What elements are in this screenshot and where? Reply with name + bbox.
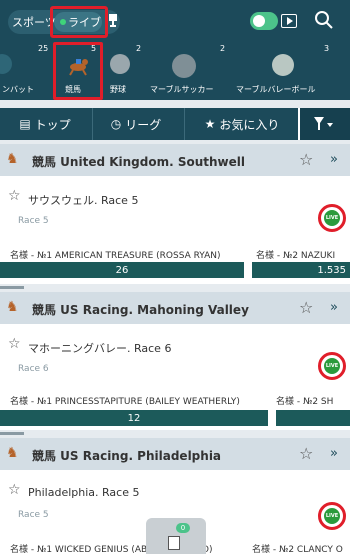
- sport-count: 3: [324, 44, 330, 53]
- live-badge-label: LIVE: [324, 210, 340, 226]
- favorite-star-icon[interactable]: ☆: [299, 152, 315, 168]
- odd-label: 名様 - №2 CLANCY O: [252, 545, 343, 554]
- race-title: サウスウェル. Race 5: [28, 194, 139, 207]
- baseball-icon: [110, 54, 130, 74]
- live-badge-label: LIVE: [324, 508, 340, 524]
- odd-button[interactable]: 12: [0, 410, 268, 426]
- filter-icon: [314, 117, 333, 130]
- section-spacer: [0, 430, 350, 438]
- sport-label: マーブルサッカー: [150, 85, 214, 94]
- receipt-icon: [168, 536, 180, 550]
- nav-top-label: トップ: [34, 117, 71, 132]
- clock-icon: ◷: [110, 117, 122, 131]
- sport-label: マーブルバレーボール: [236, 85, 316, 94]
- odd-label: 名様 - №2 SH: [276, 397, 334, 407]
- horse-icon: ♞: [6, 151, 19, 167]
- live-badge: LIVE: [318, 352, 346, 380]
- odd-label: 名様 - №1 PRINCESSTAPITURE (BAILEY WEATHER…: [10, 397, 240, 407]
- favorite-star-icon[interactable]: ☆: [8, 189, 24, 205]
- odd-button[interactable]: 26: [0, 262, 244, 278]
- cup-icon[interactable]: [106, 12, 120, 28]
- chevron-right-icon[interactable]: »: [330, 152, 344, 167]
- sport-count: 2: [220, 44, 226, 53]
- nav-divider: [184, 108, 185, 140]
- sport-label: ンバット: [2, 85, 34, 94]
- event-title: 競馬 US Racing. Mahoning Valley: [32, 303, 249, 317]
- nav-league-label: リーグ: [125, 117, 162, 132]
- live-dot-icon: [60, 19, 66, 25]
- sport-item-combat[interactable]: 25 ンバット: [0, 44, 50, 100]
- favorite-star-icon[interactable]: ☆: [299, 446, 315, 462]
- odd-label: 名様 - №2 NAZUKI: [256, 251, 336, 261]
- favorite-star-icon[interactable]: ☆: [8, 337, 24, 353]
- event-title: 競馬 United Kingdom. Southwell: [32, 155, 246, 169]
- sport-item-baseball[interactable]: 2 野球: [106, 44, 156, 100]
- marble-icon: [172, 54, 196, 78]
- video-icon[interactable]: [281, 14, 297, 28]
- grid-icon: ▤: [19, 117, 31, 131]
- nav-divider: [92, 108, 93, 140]
- mode-live-label: ライブ: [68, 16, 101, 29]
- live-badge: LIVE: [318, 204, 346, 232]
- search-icon[interactable]: [314, 10, 334, 30]
- section-spacer: [0, 284, 350, 292]
- horse-racing-highlight: [53, 42, 103, 100]
- live-badge-label: LIVE: [324, 358, 340, 374]
- horse-icon: ♞: [6, 299, 19, 315]
- sport-item-marble-volleyball[interactable]: 3 マーブルバレーボール: [236, 44, 346, 100]
- marble-icon: [272, 54, 294, 76]
- event-header[interactable]: ♞ 競馬 US Racing. Mahoning Valley ☆ »: [0, 292, 350, 324]
- scroll-progress: [0, 286, 24, 289]
- sport-count: 25: [38, 44, 49, 53]
- race-subtitle: Race 6: [18, 364, 49, 374]
- betslip-count-badge: 0: [176, 523, 190, 533]
- star-icon: ★: [204, 117, 216, 131]
- race-card[interactable]: ☆ マホーニングバレー. Race 6 Race 6 LIVE 名様 - №1 …: [0, 324, 350, 430]
- toggle-knob: [253, 15, 265, 27]
- race-title: Philadelphia. Race 5: [28, 486, 140, 499]
- sport-label: 野球: [110, 85, 126, 94]
- chevron-right-icon[interactable]: »: [330, 446, 344, 461]
- sport-item-marble-soccer[interactable]: 2 マーブルサッカー: [150, 44, 230, 100]
- odd-button[interactable]: 1.535: [252, 262, 350, 278]
- scroll-progress: [0, 432, 24, 435]
- favorite-star-icon[interactable]: ☆: [8, 483, 24, 499]
- sport-count: 2: [136, 44, 142, 53]
- odd-button[interactable]: [276, 410, 350, 426]
- event-header[interactable]: ♞ 競馬 United Kingdom. Southwell ☆ »: [0, 144, 350, 176]
- nav-league-tab[interactable]: ◷ リーグ: [100, 108, 172, 140]
- race-subtitle: Race 5: [18, 510, 49, 520]
- odd-label: 名様 - №1 WICKED GENIUS (ABNER ADORNO): [10, 545, 213, 554]
- sword-icon: [0, 54, 12, 74]
- nav-favorites-tab[interactable]: ★ お気に入り: [192, 108, 292, 140]
- live-badge: LIVE: [318, 502, 346, 530]
- nav-favorites-label: お気に入り: [219, 117, 280, 132]
- race-title: マホーニングバレー. Race 6: [28, 342, 172, 355]
- event-header[interactable]: ♞ 競馬 US Racing. Philadelphia ☆ »: [0, 438, 350, 470]
- race-card[interactable]: ☆ サウスウェル. Race 5 Race 5 LIVE 名様 - №1 AME…: [0, 176, 350, 284]
- nav-top-tab[interactable]: ▤ トップ: [10, 108, 80, 140]
- horse-icon: ♞: [6, 445, 19, 461]
- event-title: 競馬 US Racing. Philadelphia: [32, 449, 222, 463]
- race-subtitle: Race 5: [18, 216, 49, 226]
- chevron-right-icon[interactable]: »: [330, 300, 344, 315]
- odd-label: 名様 - №1 AMERICAN TREASURE (ROSSA RYAN): [10, 251, 221, 261]
- favorite-star-icon[interactable]: ☆: [299, 300, 315, 316]
